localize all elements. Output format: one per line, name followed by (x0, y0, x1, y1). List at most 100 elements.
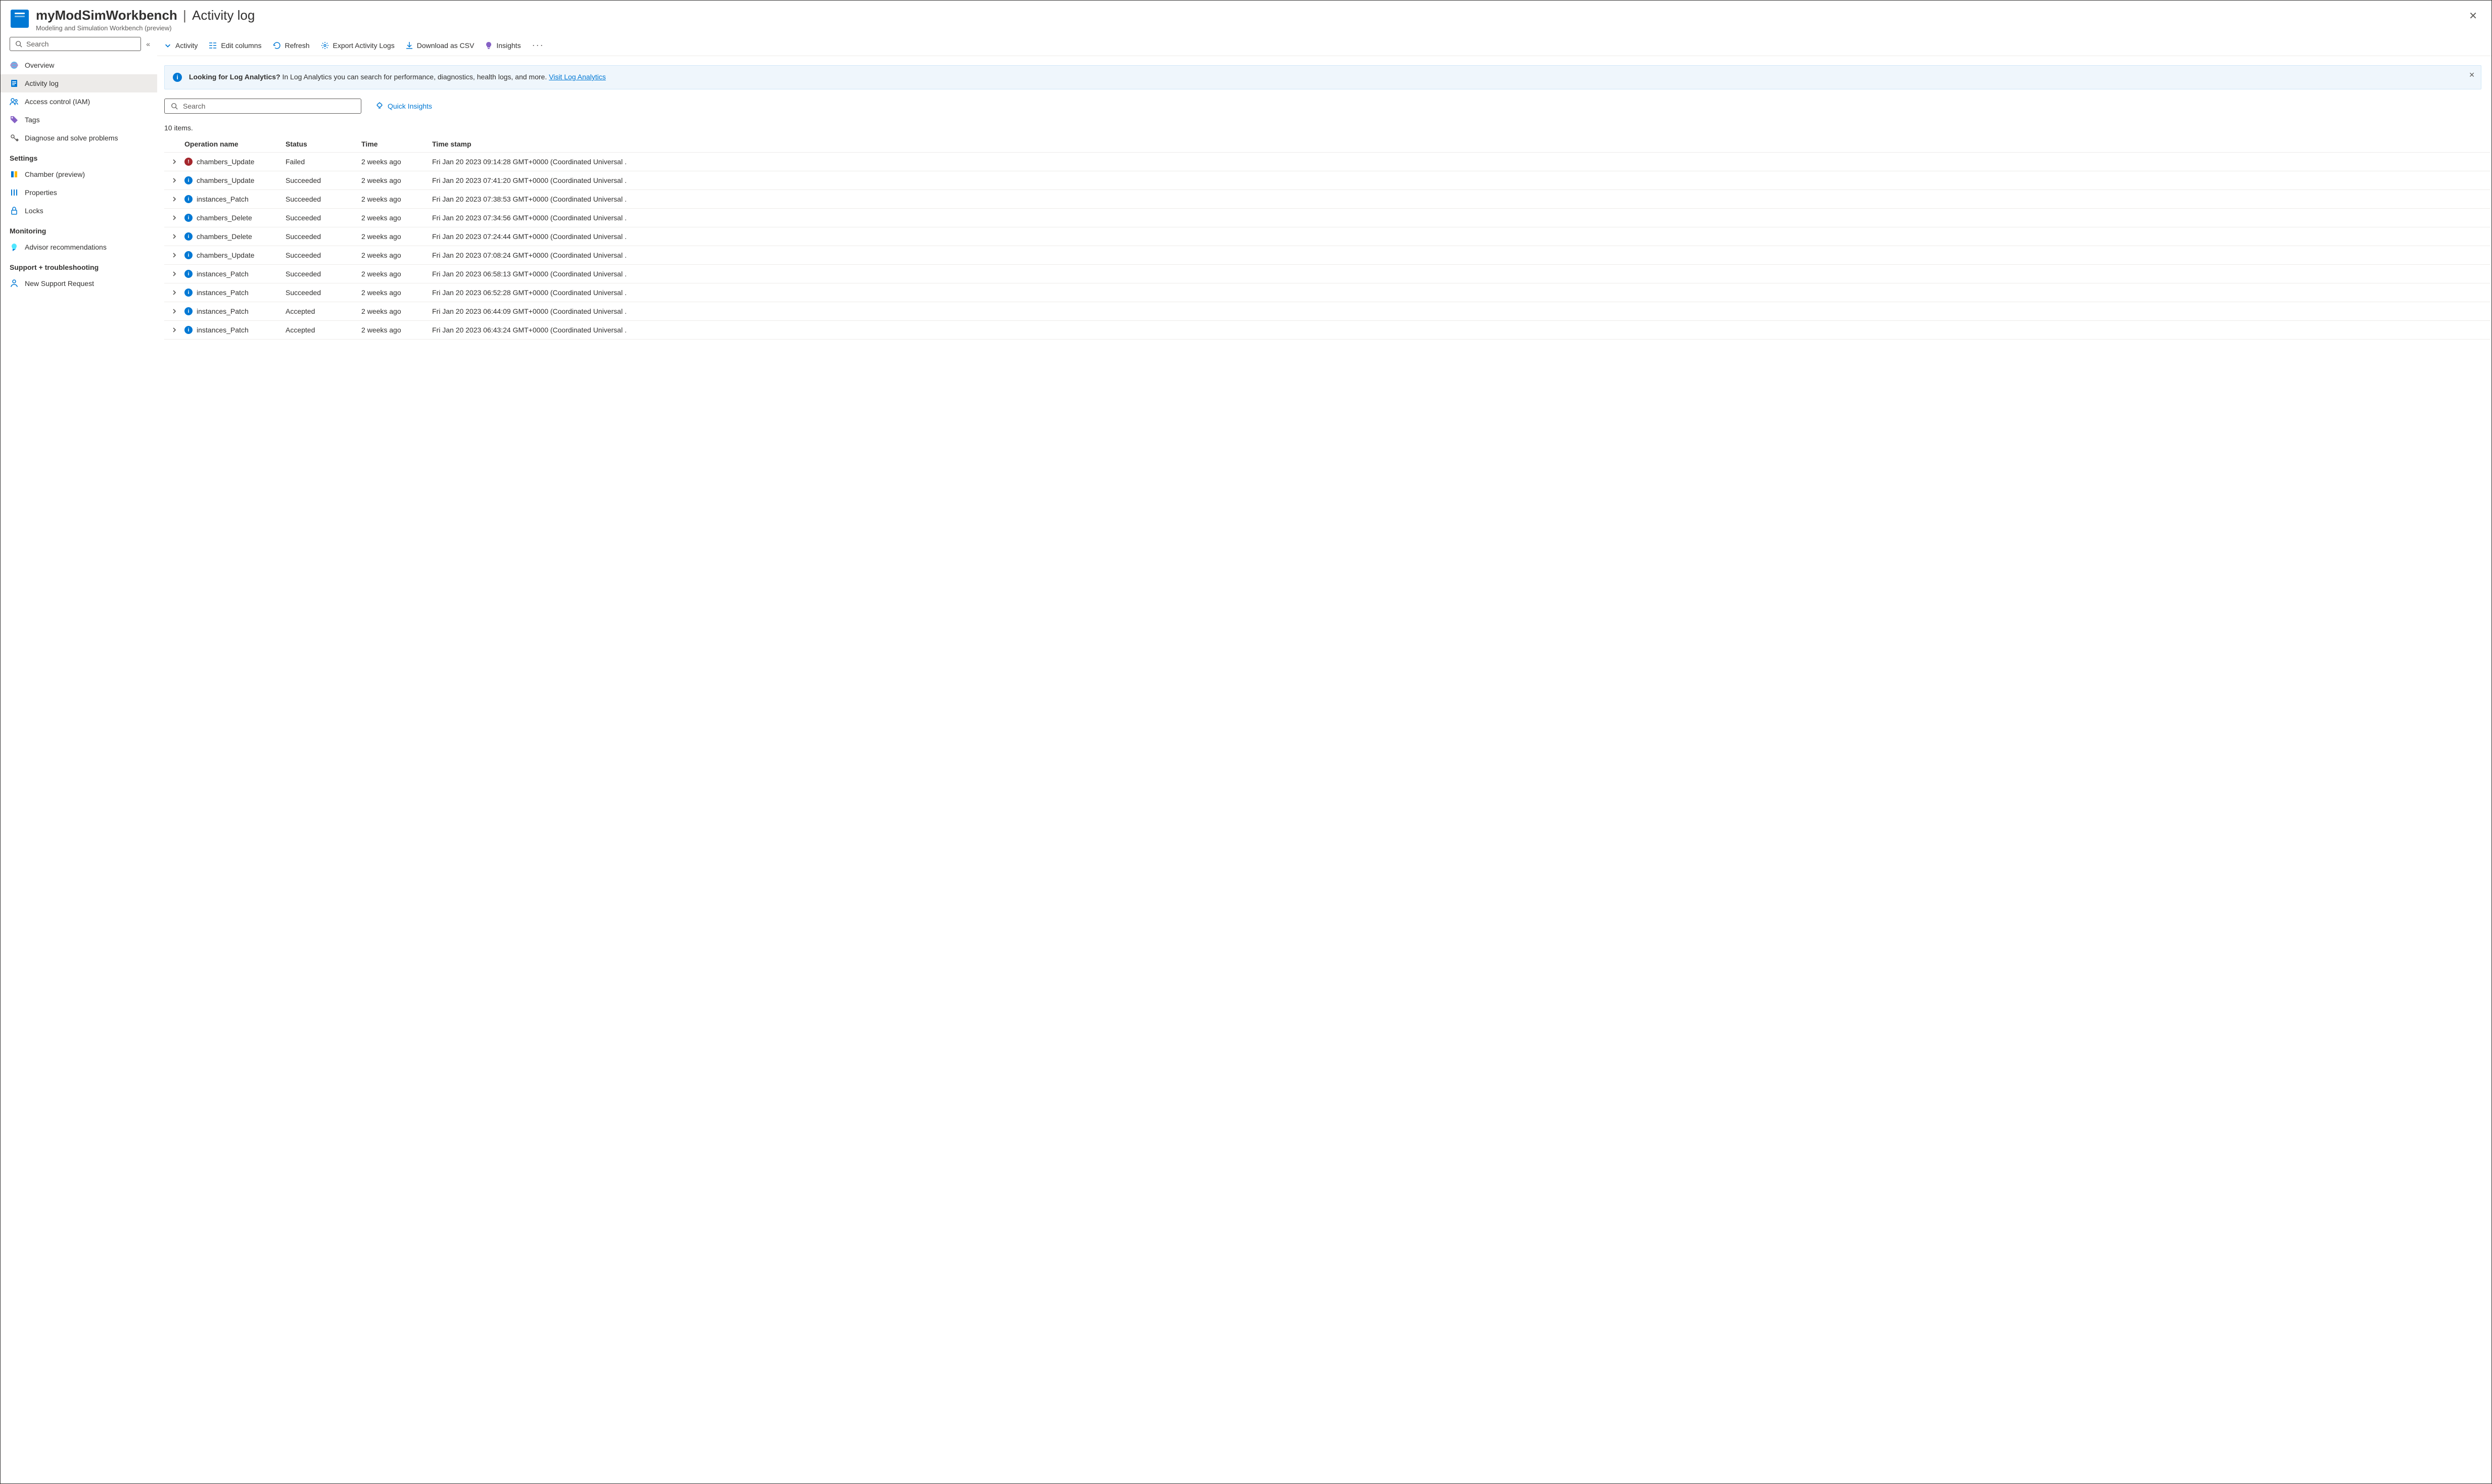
sidebar-item-label: Access control (IAM) (25, 98, 90, 106)
sidebar-item-label: New Support Request (25, 279, 94, 288)
expand-row-button[interactable] (164, 307, 184, 315)
sidebar-item-support-request[interactable]: New Support Request (1, 274, 157, 293)
time-value: 2 weeks ago (361, 326, 432, 334)
info-icon: i (184, 307, 193, 315)
edit-columns-button[interactable]: Edit columns (209, 41, 261, 50)
sidebar-item-label: Locks (25, 207, 43, 215)
col-timestamp[interactable]: Time stamp (432, 140, 2490, 148)
expand-row-button[interactable] (164, 195, 184, 203)
sidebar-item-chamber[interactable]: Chamber (preview) (1, 165, 157, 183)
expand-row-button[interactable] (164, 232, 184, 241)
activity-dropdown[interactable]: Activity (164, 41, 198, 50)
sidebar-item-label: Diagnose and solve problems (25, 134, 118, 142)
col-operation-name[interactable]: Operation name (184, 140, 286, 148)
status-value: Succeeded (286, 176, 361, 184)
status-value: Accepted (286, 307, 361, 315)
sidebar-item-properties[interactable]: Properties (1, 183, 157, 202)
gear-icon (321, 41, 329, 50)
activity-search-input[interactable]: Search (164, 99, 361, 114)
chamber-icon (10, 170, 19, 179)
table-row[interactable]: iinstances_PatchSucceeded2 weeks agoFri … (164, 283, 2490, 302)
support-request-icon (10, 279, 19, 288)
expand-row-button[interactable] (164, 289, 184, 297)
sidebar-item-tags[interactable]: Tags (1, 111, 157, 129)
sidebar-item-label: Properties (25, 188, 57, 197)
visit-log-analytics-link[interactable]: Visit Log Analytics (549, 73, 606, 81)
table-row[interactable]: iinstances_PatchSucceeded2 weeks agoFri … (164, 265, 2490, 283)
quick-insights-label: Quick Insights (388, 102, 432, 110)
sidebar-search-input[interactable]: Search (10, 37, 141, 51)
expand-row-button[interactable] (164, 326, 184, 334)
insights-button[interactable]: Insights (485, 41, 521, 50)
lightbulb-outline-icon (375, 102, 384, 111)
operation-name: instances_Patch (197, 326, 249, 334)
sidebar-item-access-control[interactable]: Access control (IAM) (1, 92, 157, 111)
search-icon (15, 40, 22, 47)
status-value: Failed (286, 158, 361, 166)
time-value: 2 weeks ago (361, 307, 432, 315)
activity-search-placeholder: Search (183, 102, 205, 110)
operation-name: instances_Patch (197, 289, 249, 297)
table-row[interactable]: ichambers_UpdateSucceeded2 weeks agoFri … (164, 246, 2490, 265)
col-time[interactable]: Time (361, 140, 432, 148)
table-row[interactable]: iinstances_PatchAccepted2 weeks agoFri J… (164, 321, 2490, 340)
expand-row-button[interactable] (164, 270, 184, 278)
time-value: 2 weeks ago (361, 214, 432, 222)
timestamp-value: Fri Jan 20 2023 06:58:13 GMT+0000 (Coord… (432, 270, 2490, 278)
quick-insights-button[interactable]: Quick Insights (375, 102, 432, 111)
status-value: Succeeded (286, 251, 361, 259)
operation-name: chambers_Update (197, 251, 254, 259)
dismiss-banner-button[interactable]: ✕ (2469, 71, 2475, 79)
sidebar-item-diagnose[interactable]: Diagnose and solve problems (1, 129, 157, 147)
export-button[interactable]: Export Activity Logs (321, 41, 395, 50)
diagnose-icon (10, 133, 19, 142)
operation-name: chambers_Delete (197, 232, 252, 241)
expand-row-button[interactable] (164, 251, 184, 259)
sidebar-item-label: Overview (25, 61, 54, 69)
expand-row-button[interactable] (164, 176, 184, 184)
locks-icon (10, 206, 19, 215)
sidebar-item-locks[interactable]: Locks (1, 202, 157, 220)
close-blade-button[interactable]: ✕ (2465, 8, 2481, 24)
sidebar-section-monitoring: Monitoring (1, 220, 157, 238)
time-value: 2 weeks ago (361, 195, 432, 203)
timestamp-value: Fri Jan 20 2023 06:52:28 GMT+0000 (Coord… (432, 289, 2490, 297)
download-csv-label: Download as CSV (417, 41, 475, 50)
activity-log-table: Operation name Status Time Time stamp !c… (164, 136, 2490, 340)
table-row[interactable]: iinstances_PatchAccepted2 weeks agoFri J… (164, 302, 2490, 321)
table-row[interactable]: ichambers_UpdateSucceeded2 weeks agoFri … (164, 171, 2490, 190)
info-icon: i (184, 289, 193, 297)
timestamp-value: Fri Jan 20 2023 07:38:53 GMT+0000 (Coord… (432, 195, 2490, 203)
status-value: Succeeded (286, 232, 361, 241)
download-csv-button[interactable]: Download as CSV (406, 41, 475, 50)
activity-log-icon (10, 79, 19, 88)
timestamp-value: Fri Jan 20 2023 07:41:20 GMT+0000 (Coord… (432, 176, 2490, 184)
log-analytics-banner: i Looking for Log Analytics? In Log Anal… (164, 65, 2481, 89)
refresh-label: Refresh (285, 41, 310, 50)
sidebar-item-label: Tags (25, 116, 40, 124)
sidebar-item-advisor[interactable]: Advisor recommendations (1, 238, 157, 256)
timestamp-value: Fri Jan 20 2023 07:08:24 GMT+0000 (Coord… (432, 251, 2490, 259)
sidebar-item-overview[interactable]: Overview (1, 56, 157, 74)
col-status[interactable]: Status (286, 140, 361, 148)
table-row[interactable]: !chambers_UpdateFailed2 weeks agoFri Jan… (164, 153, 2490, 171)
banner-title: Looking for Log Analytics? (189, 73, 280, 81)
collapse-sidebar-button[interactable]: « (146, 40, 148, 48)
expand-row-button[interactable] (164, 158, 184, 166)
sidebar-item-activity-log[interactable]: Activity log (1, 74, 157, 92)
operation-name: chambers_Delete (197, 214, 252, 222)
advisor-icon (10, 243, 19, 252)
info-icon: i (184, 214, 193, 222)
refresh-button[interactable]: Refresh (273, 41, 310, 50)
toolbar-more-button[interactable]: ··· (532, 40, 544, 51)
insights-label: Insights (496, 41, 521, 50)
timestamp-value: Fri Jan 20 2023 06:44:09 GMT+0000 (Coord… (432, 307, 2490, 315)
banner-body: In Log Analytics you can search for perf… (282, 73, 547, 81)
table-row[interactable]: ichambers_DeleteSucceeded2 weeks agoFri … (164, 209, 2490, 227)
table-row[interactable]: iinstances_PatchSucceeded2 weeks agoFri … (164, 190, 2490, 209)
status-value: Succeeded (286, 289, 361, 297)
expand-row-button[interactable] (164, 214, 184, 222)
tags-icon (10, 115, 19, 124)
error-icon: ! (184, 158, 193, 166)
table-row[interactable]: ichambers_DeleteSucceeded2 weeks agoFri … (164, 227, 2490, 246)
